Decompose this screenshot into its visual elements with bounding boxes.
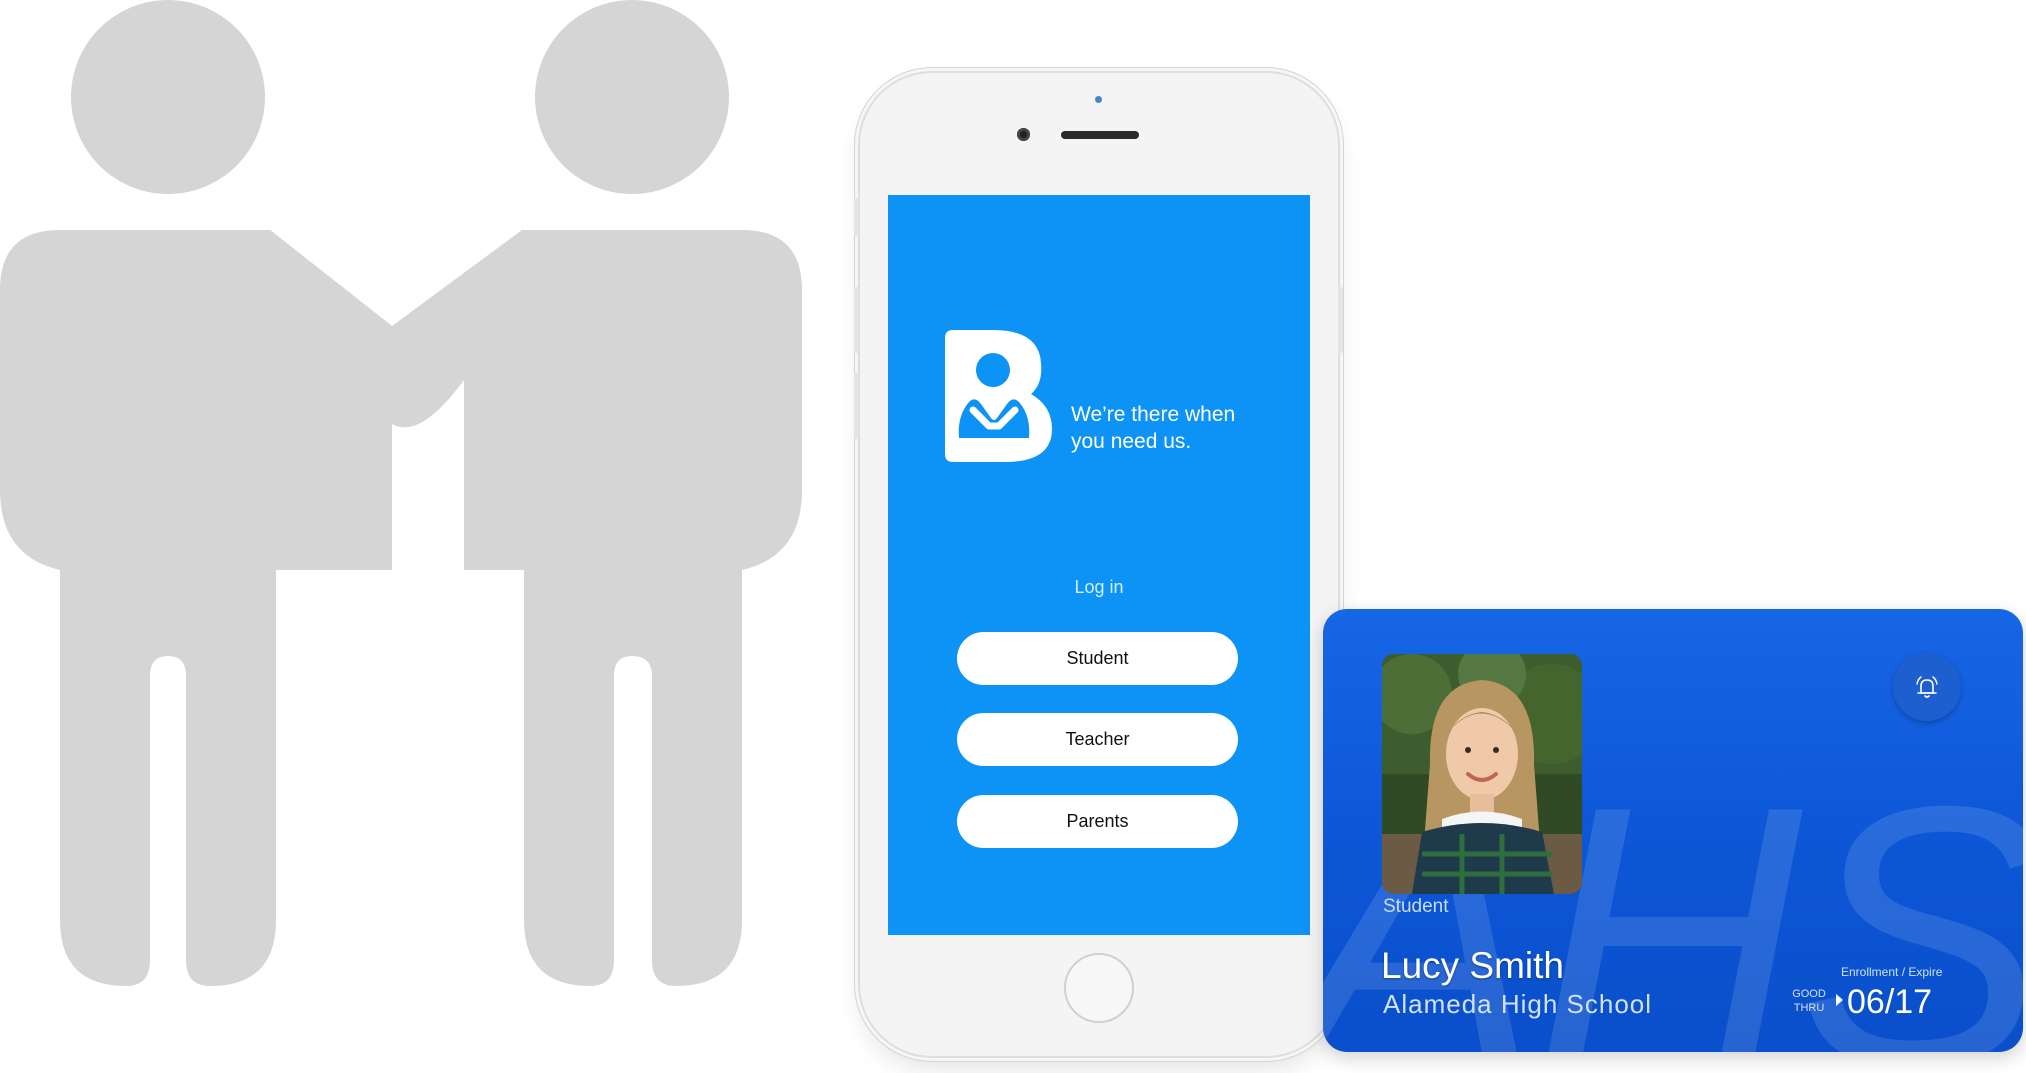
app-logo-icon xyxy=(945,330,1052,462)
card-role-label: Student xyxy=(1383,896,1449,917)
parents-login-button[interactable]: Parents xyxy=(957,795,1238,848)
student-id-card: AHS Student Lucy Smith Alameda High Scho… xyxy=(1323,609,2023,1052)
app-login-screen: We’re there when you need us. Log in Stu… xyxy=(888,195,1310,935)
login-heading: Log in xyxy=(1074,577,1124,597)
two-people-handshake-icon xyxy=(0,0,802,986)
school-name: Alameda High School xyxy=(1383,989,1653,1019)
front-camera xyxy=(1017,128,1030,141)
smartphone: We’re there when you need us. Log in Stu… xyxy=(854,73,1343,1056)
good-thru-label: GOOD THRU xyxy=(1792,988,1826,1014)
earpiece-speaker xyxy=(1061,131,1139,139)
volume-down-button xyxy=(854,373,859,439)
volume-up-button xyxy=(854,287,859,353)
mute-switch xyxy=(854,198,859,236)
app-tagline: We’re there when you need us. xyxy=(1071,403,1236,453)
teacher-login-button[interactable]: Teacher xyxy=(957,713,1238,766)
alarm-bell-icon xyxy=(1916,676,1938,698)
proximity-sensor xyxy=(1095,96,1102,103)
alert-button[interactable] xyxy=(1893,653,1961,721)
home-button[interactable] xyxy=(1064,953,1134,1023)
power-button xyxy=(1338,287,1343,353)
expire-date: 06/17 xyxy=(1847,983,1933,1021)
student-login-button[interactable]: Student xyxy=(957,632,1238,685)
arrow-right-icon xyxy=(1836,994,1843,1006)
student-photo xyxy=(1382,654,1582,894)
enrollment-expire-label: Enrollment / Expire xyxy=(1841,965,1943,979)
student-name: Lucy Smith xyxy=(1381,945,1565,986)
